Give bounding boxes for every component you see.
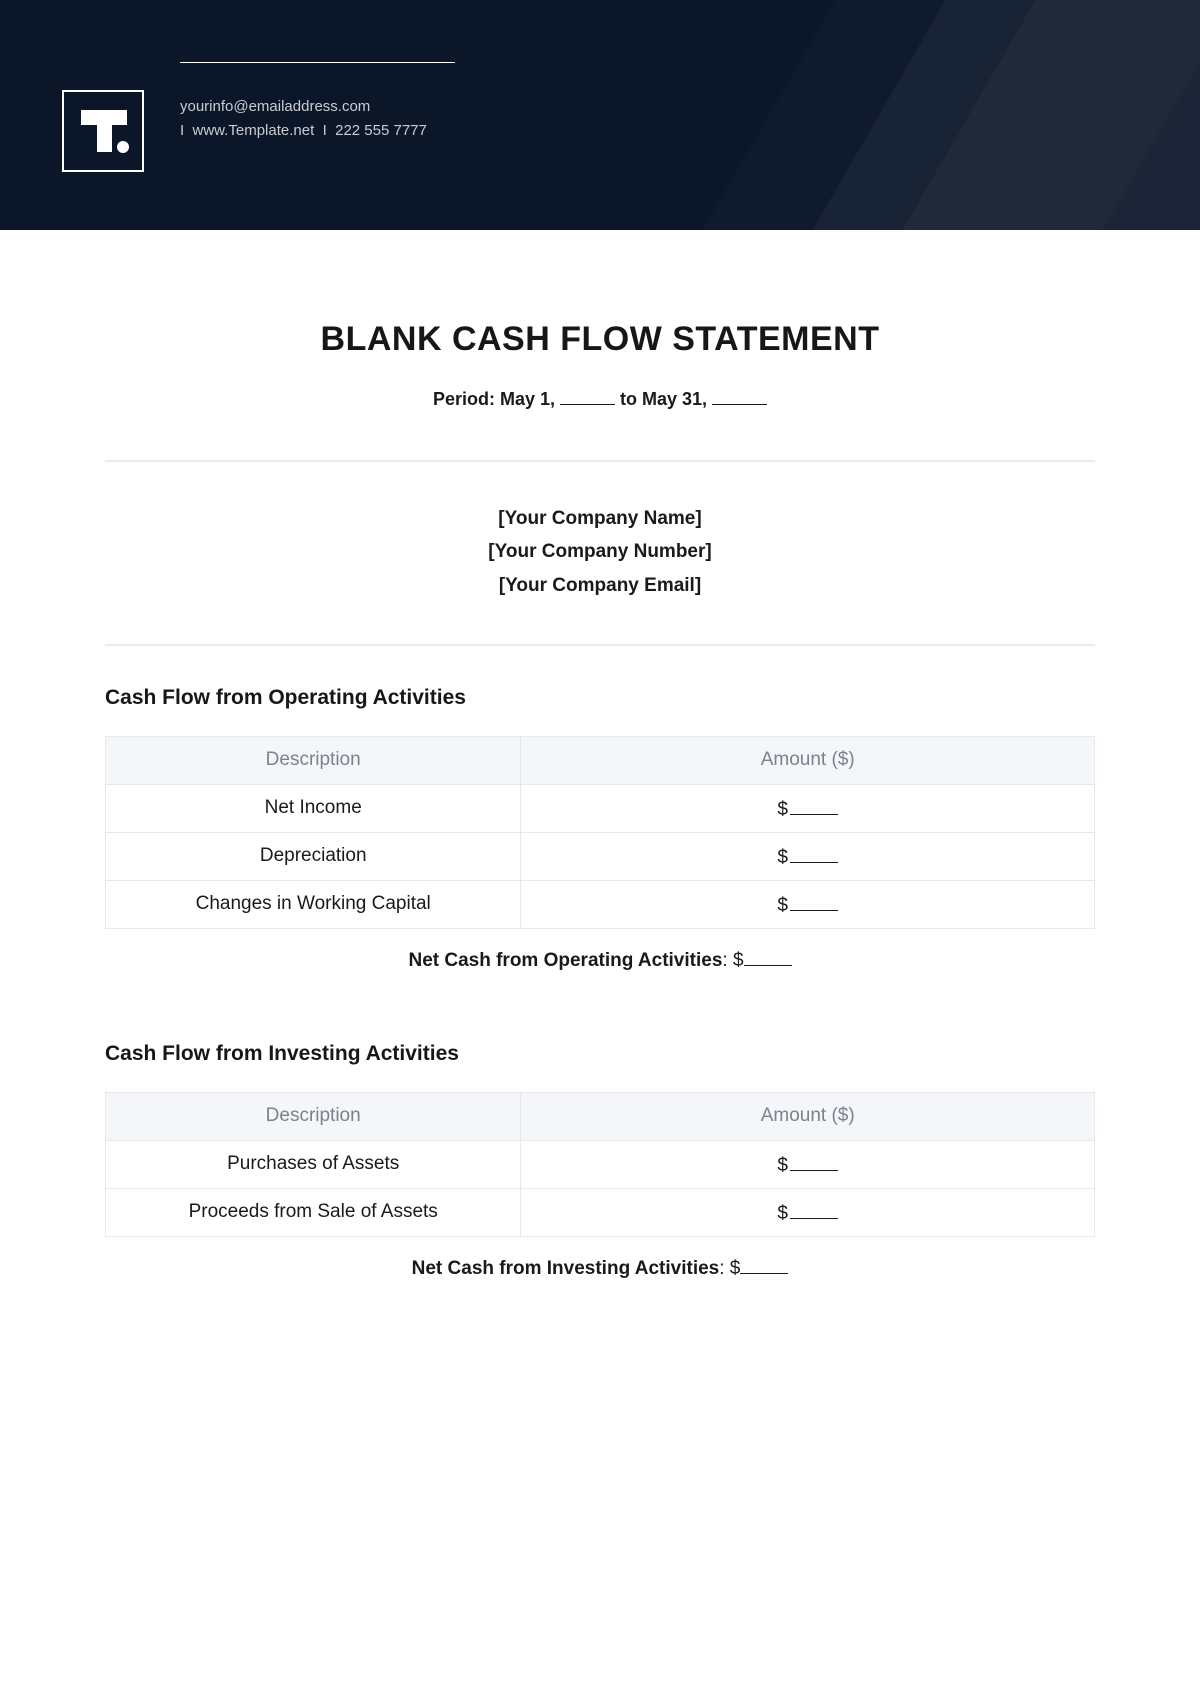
period-middle: to May 31,	[620, 389, 707, 409]
cell-amount: $	[521, 784, 1095, 832]
header-email: yourinfo@emailaddress.com	[180, 95, 455, 119]
header-rule	[180, 62, 455, 63]
amount-blank[interactable]	[790, 1152, 838, 1171]
amount-blank[interactable]	[790, 844, 838, 863]
cell-desc: Net Income	[106, 784, 521, 832]
cell-amount: $	[521, 1188, 1095, 1236]
cell-amount: $	[521, 832, 1095, 880]
operating-section-title: Cash Flow from Operating Activities	[105, 686, 1095, 710]
operating-net-label: Net Cash from Operating Activities	[408, 950, 722, 971]
amount-blank[interactable]	[790, 796, 838, 815]
table-row: Purchases of Assets $	[106, 1140, 1095, 1188]
investing-table: Description Amount ($) Purchases of Asse…	[105, 1092, 1095, 1237]
page-header: yourinfo@emailaddress.com I www.Template…	[0, 0, 1200, 230]
company-email: [Your Company Email]	[105, 569, 1095, 602]
divider	[105, 644, 1095, 646]
net-amount-blank[interactable]	[744, 947, 792, 966]
cell-desc: Depreciation	[106, 832, 521, 880]
divider	[105, 460, 1095, 462]
header-contact: yourinfo@emailaddress.com I www.Template…	[180, 62, 455, 143]
period-prefix: Period: May 1,	[433, 389, 555, 409]
header-line2: I www.Template.net I 222 555 7777	[180, 119, 455, 143]
table-row: Net Income $	[106, 784, 1095, 832]
document-content: BLANK CASH FLOW STATEMENT Period: May 1,…	[0, 230, 1200, 1280]
investing-net-label: Net Cash from Investing Activities	[412, 1258, 720, 1279]
net-amount-blank[interactable]	[740, 1255, 788, 1274]
operating-net-line: Net Cash from Operating Activities: $	[105, 947, 1095, 972]
cell-amount: $	[521, 1140, 1095, 1188]
logo-block	[62, 90, 144, 172]
col-header-desc: Description	[106, 1092, 521, 1140]
amount-blank[interactable]	[790, 1200, 838, 1219]
company-info: [Your Company Name] [Your Company Number…	[105, 502, 1095, 602]
period-start-year-blank[interactable]	[560, 387, 615, 405]
investing-net-line: Net Cash from Investing Activities: $	[105, 1255, 1095, 1280]
document-title: BLANK CASH FLOW STATEMENT	[105, 320, 1095, 359]
table-row: Changes in Working Capital $	[106, 880, 1095, 928]
investing-section-title: Cash Flow from Investing Activities	[105, 1042, 1095, 1066]
table-row: Depreciation $	[106, 832, 1095, 880]
operating-net-value: : $	[722, 950, 743, 971]
period-end-year-blank[interactable]	[712, 387, 767, 405]
investing-net-value: : $	[719, 1258, 740, 1279]
period-line: Period: May 1, to May 31,	[105, 387, 1095, 410]
company-number: [Your Company Number]	[105, 535, 1095, 568]
cell-amount: $	[521, 880, 1095, 928]
company-name: [Your Company Name]	[105, 502, 1095, 535]
col-header-desc: Description	[106, 736, 521, 784]
col-header-amount: Amount ($)	[521, 736, 1095, 784]
col-header-amount: Amount ($)	[521, 1092, 1095, 1140]
cell-desc: Changes in Working Capital	[106, 880, 521, 928]
cell-desc: Proceeds from Sale of Assets	[106, 1188, 521, 1236]
operating-table: Description Amount ($) Net Income $ Depr…	[105, 736, 1095, 929]
amount-blank[interactable]	[790, 892, 838, 911]
logo-icon	[62, 90, 144, 172]
cell-desc: Purchases of Assets	[106, 1140, 521, 1188]
table-row: Proceeds from Sale of Assets $	[106, 1188, 1095, 1236]
